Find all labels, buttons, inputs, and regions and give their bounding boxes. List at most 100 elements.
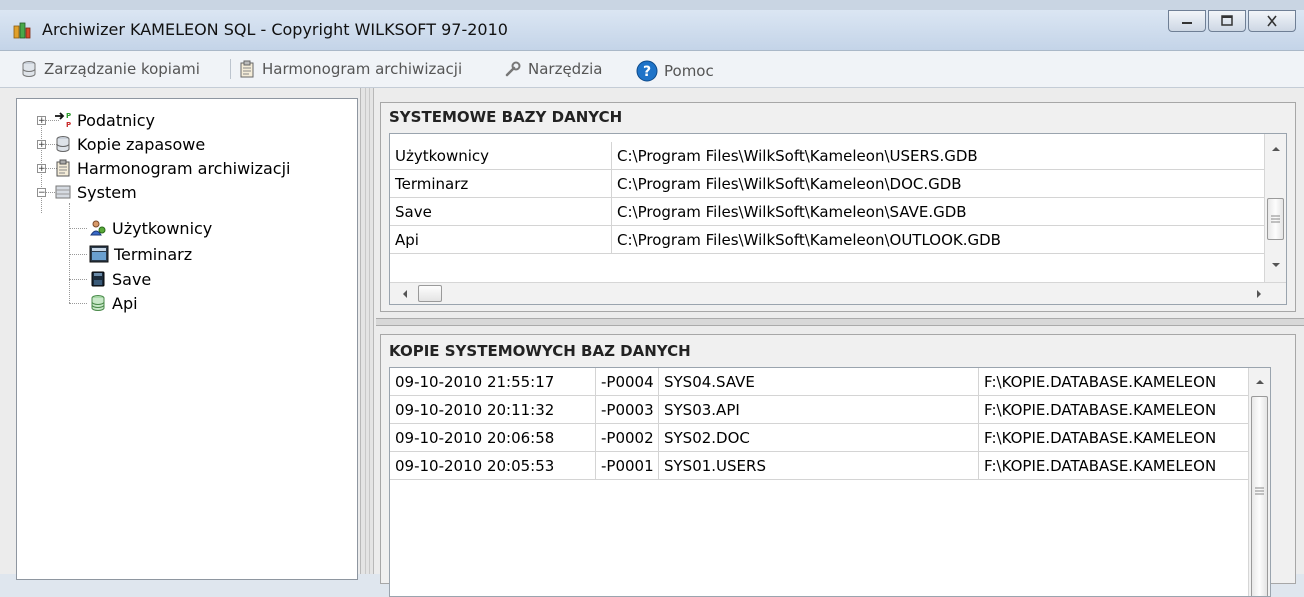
tree-node-label: Save [112, 269, 152, 289]
copy-date-cell: 09-10-2010 21:55:17 [390, 368, 596, 396]
tree-connector [69, 228, 87, 229]
expand-icon[interactable]: + [37, 139, 46, 149]
copy-date-cell: 09-10-2010 20:05:53 [390, 452, 596, 480]
copy-code-cell: -P0003 [596, 396, 659, 424]
collapse-icon[interactable]: − [37, 187, 46, 197]
table-row[interactable]: 09-10-2010 20:06:58 -P0002 SYS02.DOC F:\… [390, 424, 1248, 452]
close-icon [1267, 15, 1277, 27]
scroll-up-icon[interactable] [1255, 379, 1265, 385]
vertical-splitter[interactable] [360, 88, 374, 574]
tree-node-save[interactable]: Save [89, 267, 151, 291]
navigation-tree[interactable]: + P P Podatnicy + Kopie zapasowe + Harmo… [16, 98, 358, 580]
tree-node-label: Podatnicy [77, 110, 155, 130]
tree-node-label: Harmonogram archiwizacji [77, 158, 291, 178]
minimize-button[interactable] [1168, 10, 1206, 32]
arrows-icon: P P [55, 112, 71, 129]
close-button[interactable] [1248, 10, 1296, 32]
db-name-cell: Terminarz [390, 170, 612, 198]
tree-node-kopie-zapasowe[interactable]: + Kopie zapasowe [37, 132, 205, 156]
expand-icon[interactable]: + [37, 115, 46, 125]
tree-node-label: Api [112, 293, 138, 313]
tree-connector [69, 203, 70, 303]
scroll-left-icon[interactable] [402, 289, 408, 299]
tree-node-label: Terminarz [114, 244, 193, 264]
background-window-strip [0, 0, 1304, 10]
menu-item-narzedzia[interactable]: Narzędzia [504, 60, 602, 78]
db-path-cell: C:\Program Files\WilkSoft\Kameleon\SAVE.… [617, 203, 967, 221]
server-icon [55, 185, 71, 199]
copy-file-cell: SYS02.DOC [659, 424, 979, 452]
copy-date-cell: 09-10-2010 20:06:58 [390, 424, 596, 452]
tree-node-label: Użytkownicy [112, 218, 213, 238]
title-bar[interactable]: Archiwizer KAMELEON SQL - Copyright WILK… [0, 10, 1304, 51]
scrollbar-thumb[interactable] [1267, 198, 1284, 240]
menu-item-zarzadzanie-kopiami[interactable]: Zarządzanie kopiami [20, 60, 200, 78]
scrollbar-thumb[interactable] [418, 285, 442, 302]
copy-code-cell: -P0002 [596, 424, 659, 452]
copy-code-cell: -P0004 [596, 368, 659, 396]
menu-item-pomoc[interactable]: ? Pomoc [636, 60, 714, 82]
copy-code-cell: -P0001 [596, 452, 659, 480]
tree-node-api[interactable]: Api [89, 291, 138, 315]
clipboard-icon [240, 60, 254, 78]
scroll-right-icon[interactable] [1256, 289, 1262, 299]
tree-node-label: System [77, 182, 137, 202]
copy-path-cell: F:\KOPIE.DATABASE.KAMELEON [984, 457, 1217, 475]
vertical-scrollbar[interactable] [1264, 134, 1286, 282]
db-path-cell: C:\Program Files\WilkSoft\Kameleon\OUTLO… [617, 231, 1001, 249]
copies-header: KOPIE SYSTEMOWYCH BAZ DANYCH [389, 342, 691, 360]
database-icon [22, 61, 36, 77]
tree-connector [69, 279, 87, 280]
db-name-cell: Save [390, 198, 612, 226]
table-row[interactable]: 09-10-2010 20:11:32 -P0003 SYS03.API F:\… [390, 396, 1248, 424]
tree-node-label: Kopie zapasowe [77, 134, 206, 154]
wrench-icon [505, 61, 521, 77]
menu-item-label: Zarządzanie kopiami [44, 60, 200, 78]
calendar-icon [89, 245, 109, 263]
tree-node-system[interactable]: − System [37, 180, 137, 204]
table-row[interactable]: Użytkownicy C:\Program Files\WilkSoft\Ka… [390, 142, 1264, 170]
svg-text:P: P [66, 121, 71, 129]
maximize-button[interactable] [1208, 10, 1246, 32]
table-row[interactable]: 09-10-2010 21:55:17 -P0004 SYS04.SAVE F:… [390, 368, 1248, 396]
horizontal-splitter[interactable] [376, 318, 1304, 326]
copies-panel: KOPIE SYSTEMOWYCH BAZ DANYCH 09-10-2010 … [380, 334, 1296, 597]
copies-grid[interactable]: 09-10-2010 21:55:17 -P0004 SYS04.SAVE F:… [389, 367, 1271, 597]
table-row[interactable]: Terminarz C:\Program Files\WilkSoft\Kame… [390, 170, 1264, 198]
horizontal-scrollbar[interactable] [390, 282, 1286, 304]
maximize-icon [1221, 15, 1233, 26]
system-db-panel: SYSTEMOWE BAZY DANYCH Użytkownicy C:\Pro… [380, 102, 1296, 312]
copy-file-cell: SYS03.API [659, 396, 979, 424]
scroll-up-icon[interactable] [1271, 146, 1281, 152]
system-db-header: SYSTEMOWE BAZY DANYCH [389, 108, 623, 126]
save-icon [91, 271, 105, 287]
menu-bar: Zarządzanie kopiami Harmonogram archiwiz… [0, 51, 1304, 88]
tree-node-terminarz[interactable]: Terminarz [89, 242, 192, 266]
copy-file-cell: SYS01.USERS [659, 452, 979, 480]
copy-path-cell: F:\KOPIE.DATABASE.KAMELEON [984, 429, 1217, 447]
table-row[interactable]: 09-10-2010 20:05:53 -P0001 SYS01.USERS F… [390, 452, 1248, 480]
svg-text:?: ? [643, 64, 651, 80]
scrollbar-thumb[interactable] [1251, 396, 1268, 596]
app-icon [13, 22, 31, 39]
menu-item-harmonogram[interactable]: Harmonogram archiwizacji [238, 60, 462, 78]
expand-icon[interactable]: + [37, 163, 46, 173]
table-row[interactable]: Api C:\Program Files\WilkSoft\Kameleon\O… [390, 226, 1264, 254]
scroll-down-icon[interactable] [1271, 262, 1281, 268]
help-icon: ? [636, 60, 658, 82]
tree-node-uzytkownicy[interactable]: Użytkownicy [89, 216, 212, 240]
system-db-grid[interactable]: Użytkownicy C:\Program Files\WilkSoft\Ka… [389, 133, 1287, 305]
grip-icon [1271, 215, 1280, 223]
table-row[interactable]: Save C:\Program Files\WilkSoft\Kameleon\… [390, 198, 1264, 226]
menu-separator [230, 59, 231, 79]
menu-item-label: Narzędzia [528, 60, 603, 78]
copy-path-cell: F:\KOPIE.DATABASE.KAMELEON [984, 373, 1217, 391]
db-path-cell: C:\Program Files\WilkSoft\Kameleon\DOC.G… [617, 175, 962, 193]
db-name-cell: Użytkownicy [390, 142, 612, 170]
menu-item-label: Pomoc [664, 62, 714, 80]
tree-node-podatnicy[interactable]: + P P Podatnicy [37, 108, 155, 132]
window-title: Archiwizer KAMELEON SQL - Copyright WILK… [42, 20, 508, 39]
tree-node-harmonogram[interactable]: + Harmonogram archiwizacji [37, 156, 290, 180]
cylinder-icon [91, 295, 105, 311]
vertical-scrollbar[interactable] [1248, 368, 1270, 596]
